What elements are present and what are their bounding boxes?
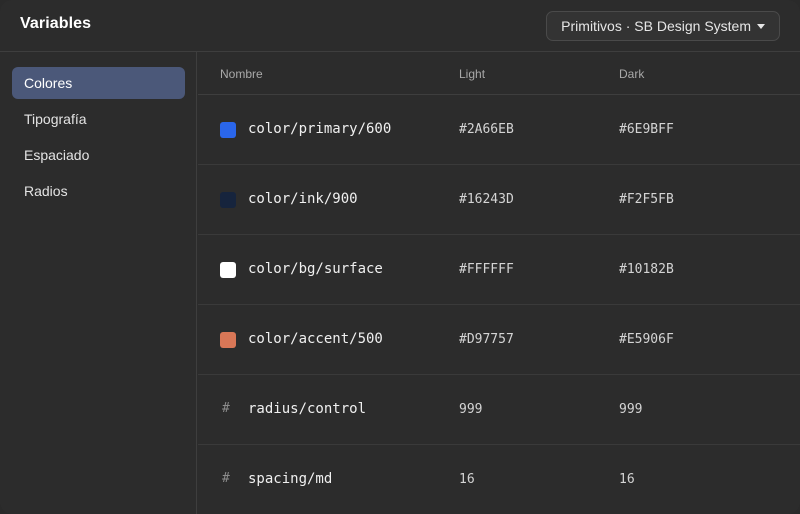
light-value[interactable]: #D97757 [459, 332, 514, 347]
table-row[interactable]: color/accent/500 #D97757 #E5906F [198, 305, 800, 375]
dark-value[interactable]: 16 [619, 472, 635, 487]
sidebar-item-radios[interactable]: Radios [12, 175, 185, 207]
variable-name: spacing/md [248, 471, 333, 487]
light-value[interactable]: 999 [459, 402, 482, 417]
sidebar: Colores Tipografía Espaciado Radios [0, 52, 197, 514]
variable-name: color/ink/900 [248, 191, 358, 207]
variables-table: Nombre Light Dark color/primary/600 #2A6… [198, 52, 800, 514]
table-row[interactable]: color/ink/900 #16243D #F2F5FB [198, 165, 800, 235]
variables-window: Variables Primitivos · SB Design System … [0, 0, 800, 514]
table-row[interactable]: # radius/control 999 999 [198, 375, 800, 445]
sidebar-item-label: Espaciado [24, 147, 90, 163]
dark-value[interactable]: 999 [619, 402, 642, 417]
sidebar-item-tipografia[interactable]: Tipografía [12, 103, 185, 135]
light-value[interactable]: #2A66EB [459, 122, 514, 137]
header: Variables Primitivos · SB Design System [0, 0, 800, 52]
caret-down-icon [757, 24, 765, 29]
column-header-name: Nombre [220, 67, 263, 81]
color-swatch-icon [220, 192, 236, 208]
collection-dropdown-label: Primitivos · SB Design System [561, 18, 751, 34]
variable-name: color/bg/surface [248, 261, 383, 277]
sidebar-item-label: Radios [24, 183, 68, 199]
color-swatch-icon [220, 262, 236, 278]
table-header: Nombre Light Dark [198, 52, 800, 95]
column-header-light: Light [459, 67, 486, 81]
light-value[interactable]: #FFFFFF [459, 262, 514, 277]
table-row[interactable]: color/primary/600 #2A66EB #6E9BFF [198, 95, 800, 165]
variable-name: color/accent/500 [248, 331, 383, 347]
sidebar-item-colores[interactable]: Colores [12, 67, 185, 99]
sidebar-item-label: Colores [24, 75, 73, 91]
collection-dropdown[interactable]: Primitivos · SB Design System [546, 11, 780, 41]
number-variable-icon: # [222, 471, 230, 486]
color-swatch-icon [220, 122, 236, 138]
variable-name: color/primary/600 [248, 121, 392, 137]
dark-value[interactable]: #10182B [619, 262, 674, 277]
sidebar-item-label: Tipografía [24, 111, 87, 127]
column-header-dark: Dark [619, 67, 645, 81]
table-row[interactable]: color/bg/surface #FFFFFF #10182B [198, 235, 800, 305]
color-swatch-icon [220, 332, 236, 348]
light-value[interactable]: #16243D [459, 192, 514, 207]
number-variable-icon: # [222, 401, 230, 416]
dark-value[interactable]: #6E9BFF [619, 122, 674, 137]
light-value[interactable]: 16 [459, 472, 475, 487]
table-row[interactable]: # spacing/md 16 16 [198, 445, 800, 514]
page-title: Variables [20, 15, 92, 32]
dark-value[interactable]: #E5906F [619, 332, 674, 347]
variable-name: radius/control [248, 401, 367, 417]
dark-value[interactable]: #F2F5FB [619, 192, 674, 207]
sidebar-item-espaciado[interactable]: Espaciado [12, 139, 185, 171]
